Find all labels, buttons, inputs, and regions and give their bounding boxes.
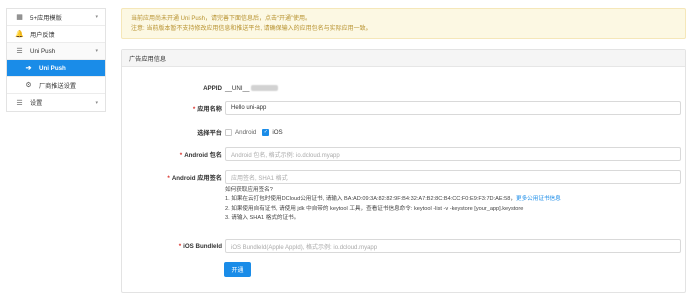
sidebar-item-feedback[interactable]: 🔔 用户反馈 — [7, 26, 105, 43]
sidebar-item-label: Uni Push — [30, 47, 56, 55]
sidebar-item-templates[interactable]: ▦ 5+应用模版 ▾ — [7, 9, 105, 26]
app-info-panel: 广告应用信息 APPID __UNI__ * 应用名称 Hello uni-app… — [121, 49, 686, 293]
grid-icon: ▦ — [16, 14, 23, 21]
help-line-1: 1. 如果在云打包时使用DCloud公用证书, 请输入 BA:AD:09:3A:… — [225, 195, 561, 204]
bell-icon: 🔔 — [15, 31, 24, 38]
platform-options: ✓ Android ✓ iOS — [225, 128, 289, 136]
alert-line-1: 当前应用尚未开通 Uni Push，请完善下面信息后，点击“开通”使用。 — [131, 16, 312, 22]
sidebar-item-unipush[interactable]: ➔ Uni Push — [7, 60, 105, 77]
panel-title: 广告应用信息 — [122, 50, 685, 67]
chevron-down-icon: ▾ — [95, 99, 98, 106]
appid-redacted — [251, 85, 279, 91]
required-mark: * — [178, 242, 182, 250]
help-line-3: 3. 请输入 SHA1 格式的证书。 — [225, 215, 300, 222]
sidebar-item-label: 5+应用模版 — [30, 14, 62, 22]
sidebar-item-label: 用户反馈 — [30, 31, 55, 39]
gear-icon: ⚙ — [25, 82, 32, 89]
signature-help: 如何获取应用签名? 1. 如果在云打包时使用DCloud公用证书, 请输入 BA… — [225, 186, 561, 224]
list-icon: ☰ — [16, 48, 23, 55]
help-line-1-text: 1. 如果在云打包时使用DCloud公用证书, 请输入 BA:AD:09:3A:… — [225, 196, 516, 203]
platform-ios-option[interactable]: ✓ iOS — [262, 128, 283, 136]
sidebar-item-label: Uni Push — [39, 64, 66, 72]
ios-bundleid-input[interactable]: iOS BundleId(Apple AppId), 格式示例: io.dclo… — [225, 239, 681, 253]
platform-android-option[interactable]: ✓ Android — [225, 128, 257, 136]
android-signature-label: * Android 应用签名 — [167, 173, 222, 182]
sidebar-item-unipush-group[interactable]: ☰ Uni Push ▾ — [7, 43, 105, 60]
ios-bundleid-label-text: iOS BundleId — [183, 242, 222, 250]
platform-ios-label: iOS — [272, 128, 283, 136]
platform-label: 选择平台 — [197, 129, 222, 137]
sidebar: ▦ 5+应用模版 ▾ 🔔 用户反馈 ☰ Uni Push ▾ ➔ Uni Pus… — [6, 8, 106, 112]
appid-label: APPID — [203, 84, 222, 92]
platform-android-label: Android — [235, 128, 257, 136]
sidebar-item-settings[interactable]: ☰ 设置 ▾ — [7, 94, 105, 111]
required-mark: * — [179, 151, 183, 159]
android-package-input[interactable]: Android 包名, 格式示例: io.dcloud.myapp — [225, 147, 681, 161]
ios-checkbox[interactable]: ✓ — [262, 128, 270, 136]
sidebar-item-label: 厂商推送设置 — [39, 82, 77, 90]
sidebar-item-label: 设置 — [30, 100, 43, 107]
android-checkbox[interactable]: ✓ — [225, 128, 232, 136]
app-name-label: * 应用名称 — [193, 104, 222, 113]
android-signature-label-text: Android 应用签名 — [171, 174, 222, 182]
open-service-button[interactable]: 开通 — [224, 262, 251, 277]
list-icon: ☰ — [16, 99, 23, 107]
alert-line-2: 注意: 当前版本暂不支持修改应用信息和推送平台, 请确保输入的应用包名与实际应用… — [131, 26, 372, 32]
sidebar-item-vendor-push-settings[interactable]: ⚙ 厂商推送设置 — [7, 77, 105, 94]
help-line-2: 2. 如果使用自有证书, 请使用 jdk 中自带的 keytool 工具，查看证… — [225, 205, 524, 212]
android-package-label-text: Android 包名 — [184, 151, 222, 159]
android-signature-input[interactable]: 应用签名, SHA1 格式 — [225, 170, 681, 184]
chevron-down-icon: ▾ — [95, 48, 98, 54]
app-name-label-text: 应用名称 — [197, 105, 222, 113]
required-mark: * — [192, 105, 196, 113]
required-mark: * — [167, 174, 170, 182]
app-name-input[interactable]: Hello uni-app — [225, 101, 681, 115]
appid-text: __UNI__ — [225, 84, 250, 92]
ios-bundleid-label: * iOS BundleId — [179, 243, 222, 250]
help-title: 如何获取应用签名? — [225, 187, 273, 193]
android-package-label: * Android 包名 — [180, 150, 222, 159]
appid-value: __UNI__ — [225, 84, 279, 92]
public-cert-link[interactable]: 更多公用证书信息 — [516, 196, 561, 202]
chevron-down-icon: ▾ — [95, 14, 98, 20]
notice-alert: 当前应用尚未开通 Uni Push，请完善下面信息后，点击“开通”使用。 注意:… — [121, 8, 686, 39]
arrow-icon: ➔ — [25, 65, 32, 72]
